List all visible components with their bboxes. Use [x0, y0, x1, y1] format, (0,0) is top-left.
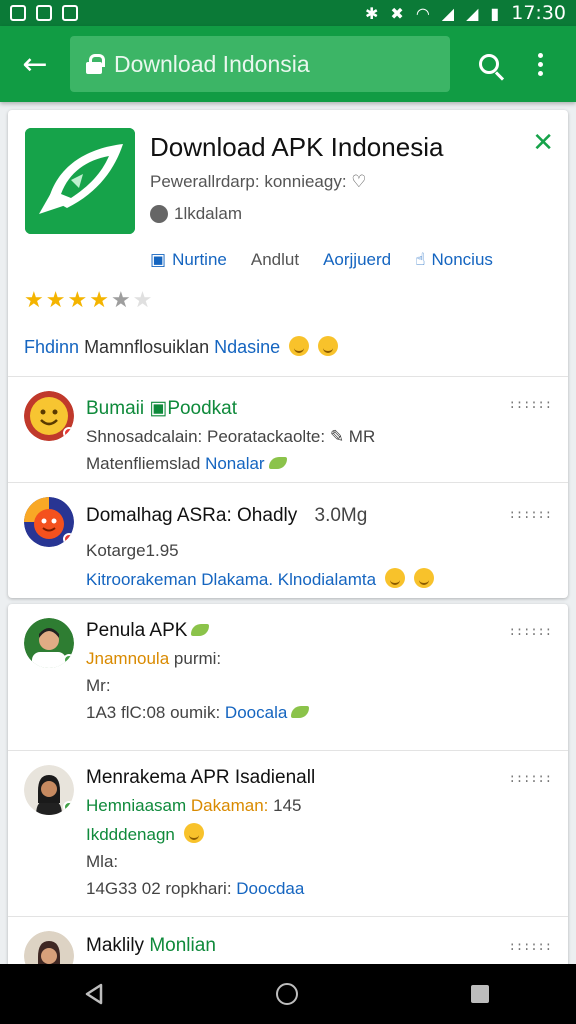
- review-author: Domalhag ASRa: Ohadly 3.0Mg: [86, 505, 368, 526]
- action-noncius[interactable]: ☝ Noncius: [415, 250, 493, 270]
- leaf-icon: [291, 706, 310, 718]
- lock-icon: [86, 54, 105, 74]
- action-andlut[interactable]: Andlut: [251, 250, 299, 270]
- url-field[interactable]: Download Indonsia: [70, 36, 450, 92]
- review-item[interactable]: :::::: Domalhag ASRa: Ohadly 3.0Mg Kotar…: [8, 483, 568, 598]
- star-icon: ★: [67, 288, 88, 313]
- review-menu-icon[interactable]: ::::::: [509, 771, 552, 785]
- review-text: 14G33 02 ropkhari: Doocdaa: [86, 879, 305, 898]
- globe-icon: [150, 205, 168, 223]
- back-button[interactable]: ←: [8, 37, 62, 91]
- nav-home-button[interactable]: [275, 983, 298, 1005]
- review-menu-icon[interactable]: ::::::: [509, 624, 552, 638]
- review-author: Bumaii ▣Poodkat: [86, 398, 238, 419]
- avatar: [24, 391, 74, 441]
- image-icon: ▣: [150, 250, 167, 270]
- action-label: Andlut: [250, 250, 300, 269]
- shield-icon: [10, 5, 26, 21]
- search-icon: [479, 54, 499, 74]
- nav-bar: [0, 964, 576, 1024]
- signal-icon: ◢: [441, 3, 455, 23]
- reviews-card: :::::: Penula APK Jnamnoula purmi: Mr: 1…: [8, 604, 568, 976]
- leaf-icon: [268, 457, 287, 469]
- action-nurtine[interactable]: ▣ Nurtine: [150, 250, 227, 270]
- review-menu-icon[interactable]: ::::::: [509, 397, 552, 411]
- app-meta: 1lkdalam: [150, 204, 242, 224]
- review-item[interactable]: :::::: Menrakema APR Isadienall Hemniaas…: [8, 751, 568, 916]
- top-app-bar: ← Download Indonsia: [0, 26, 576, 102]
- review-text: Matenfliemslad Nonalar: [86, 454, 508, 474]
- star-icon: ★: [132, 288, 153, 313]
- wifi-icon: ◠: [415, 3, 430, 23]
- square-icon: [36, 5, 52, 21]
- star-icon: ★: [45, 288, 66, 313]
- avatar: [24, 765, 74, 815]
- review-menu-icon[interactable]: ::::::: [509, 939, 552, 953]
- star-icon: ★: [24, 288, 44, 313]
- app-title: Download APK Indonesia: [150, 132, 444, 162]
- thumbs-up-icon: ☝: [415, 250, 426, 270]
- status-time: 17:30: [511, 2, 566, 24]
- review-text: Jnamnoula purmi:: [86, 649, 222, 668]
- close-button[interactable]: ✕: [532, 128, 554, 158]
- review-text: Mla:: [86, 852, 119, 871]
- search-button[interactable]: [464, 39, 514, 89]
- action-row: ▣ Nurtine Andlut Aorjjuerd ☝ Noncius: [150, 250, 517, 270]
- star-icon: ★: [110, 288, 131, 313]
- battery-icon: ▮: [490, 3, 500, 23]
- action-label: Nurtine: [172, 250, 227, 269]
- app-subtitle: Pewerallrdarp: konnieagy: ♡: [150, 172, 367, 191]
- no-signal-icon: ✖: [390, 3, 404, 23]
- signal-icon: ◢: [466, 3, 479, 23]
- review-item[interactable]: :::::: Bumaii ▣Poodkat Shnosadcalain: Pe…: [8, 377, 568, 482]
- emoji-icon: [183, 823, 204, 843]
- nav-recents-button[interactable]: [471, 985, 490, 1003]
- review-text: Kitroorakeman Dlakama. Klnodialamta: [86, 568, 508, 590]
- app-logo-icon[interactable]: [25, 128, 135, 234]
- app-tagline: Fhdinn Mamnflosuiklan Ndasine: [24, 336, 339, 358]
- status-bar: ✱ ✖ ◠ ◢ ◢ ▮ 17:30: [0, 0, 576, 26]
- app-meta-text: 1lkdalam: [174, 204, 243, 223]
- review-text: Ikdddenagn: [86, 823, 508, 845]
- rating-stars: ★ ★ ★ ★ ★ ★: [24, 288, 152, 313]
- review-author: Penula APK: [86, 620, 508, 642]
- avatar: [24, 618, 74, 668]
- more-options-button[interactable]: [520, 39, 560, 89]
- review-author: Menrakema APR Isadienall: [86, 767, 316, 788]
- app-card: Download APK Indonesia ✕ Pewerallrdarp: …: [8, 110, 568, 598]
- review-item[interactable]: :::::: Penula APK Jnamnoula purmi: Mr: 1…: [8, 604, 568, 750]
- action-label: Noncius: [431, 250, 493, 269]
- action-aorjjuerd[interactable]: Aorjjuerd: [323, 250, 391, 270]
- url-text: Download Indonsia: [114, 50, 310, 77]
- review-author: Maklily Monlian: [86, 935, 216, 956]
- review-text: 1A3 flC:08 oumik: Doocala: [86, 703, 508, 723]
- review-menu-icon[interactable]: ::::::: [509, 507, 552, 521]
- action-label: Aorjjuerd: [323, 250, 392, 269]
- review-text: Shnosadcalain: Peoratackaolte: ✎ MR: [86, 427, 376, 446]
- smile-emoji-icon: [289, 336, 310, 356]
- bluetooth-icon: ✱: [365, 3, 379, 23]
- avatar: [24, 497, 74, 547]
- arrow-left-icon: ←: [22, 46, 48, 82]
- review-text: Mr:: [86, 676, 111, 695]
- emoji-icon: [413, 568, 434, 588]
- star-icon: ★: [89, 288, 109, 313]
- nav-back-button[interactable]: [85, 983, 103, 1005]
- review-text: Hemniaasam Dakaman: 145: [86, 796, 302, 815]
- image-icon: [62, 5, 78, 21]
- leaf-icon: [191, 624, 210, 636]
- app-header: Download APK Indonesia ✕ Pewerallrdarp: …: [8, 110, 568, 376]
- emoji-icon: [384, 568, 405, 588]
- smile-emoji-icon: [318, 336, 339, 356]
- review-text: Kotarge1.95: [86, 541, 179, 560]
